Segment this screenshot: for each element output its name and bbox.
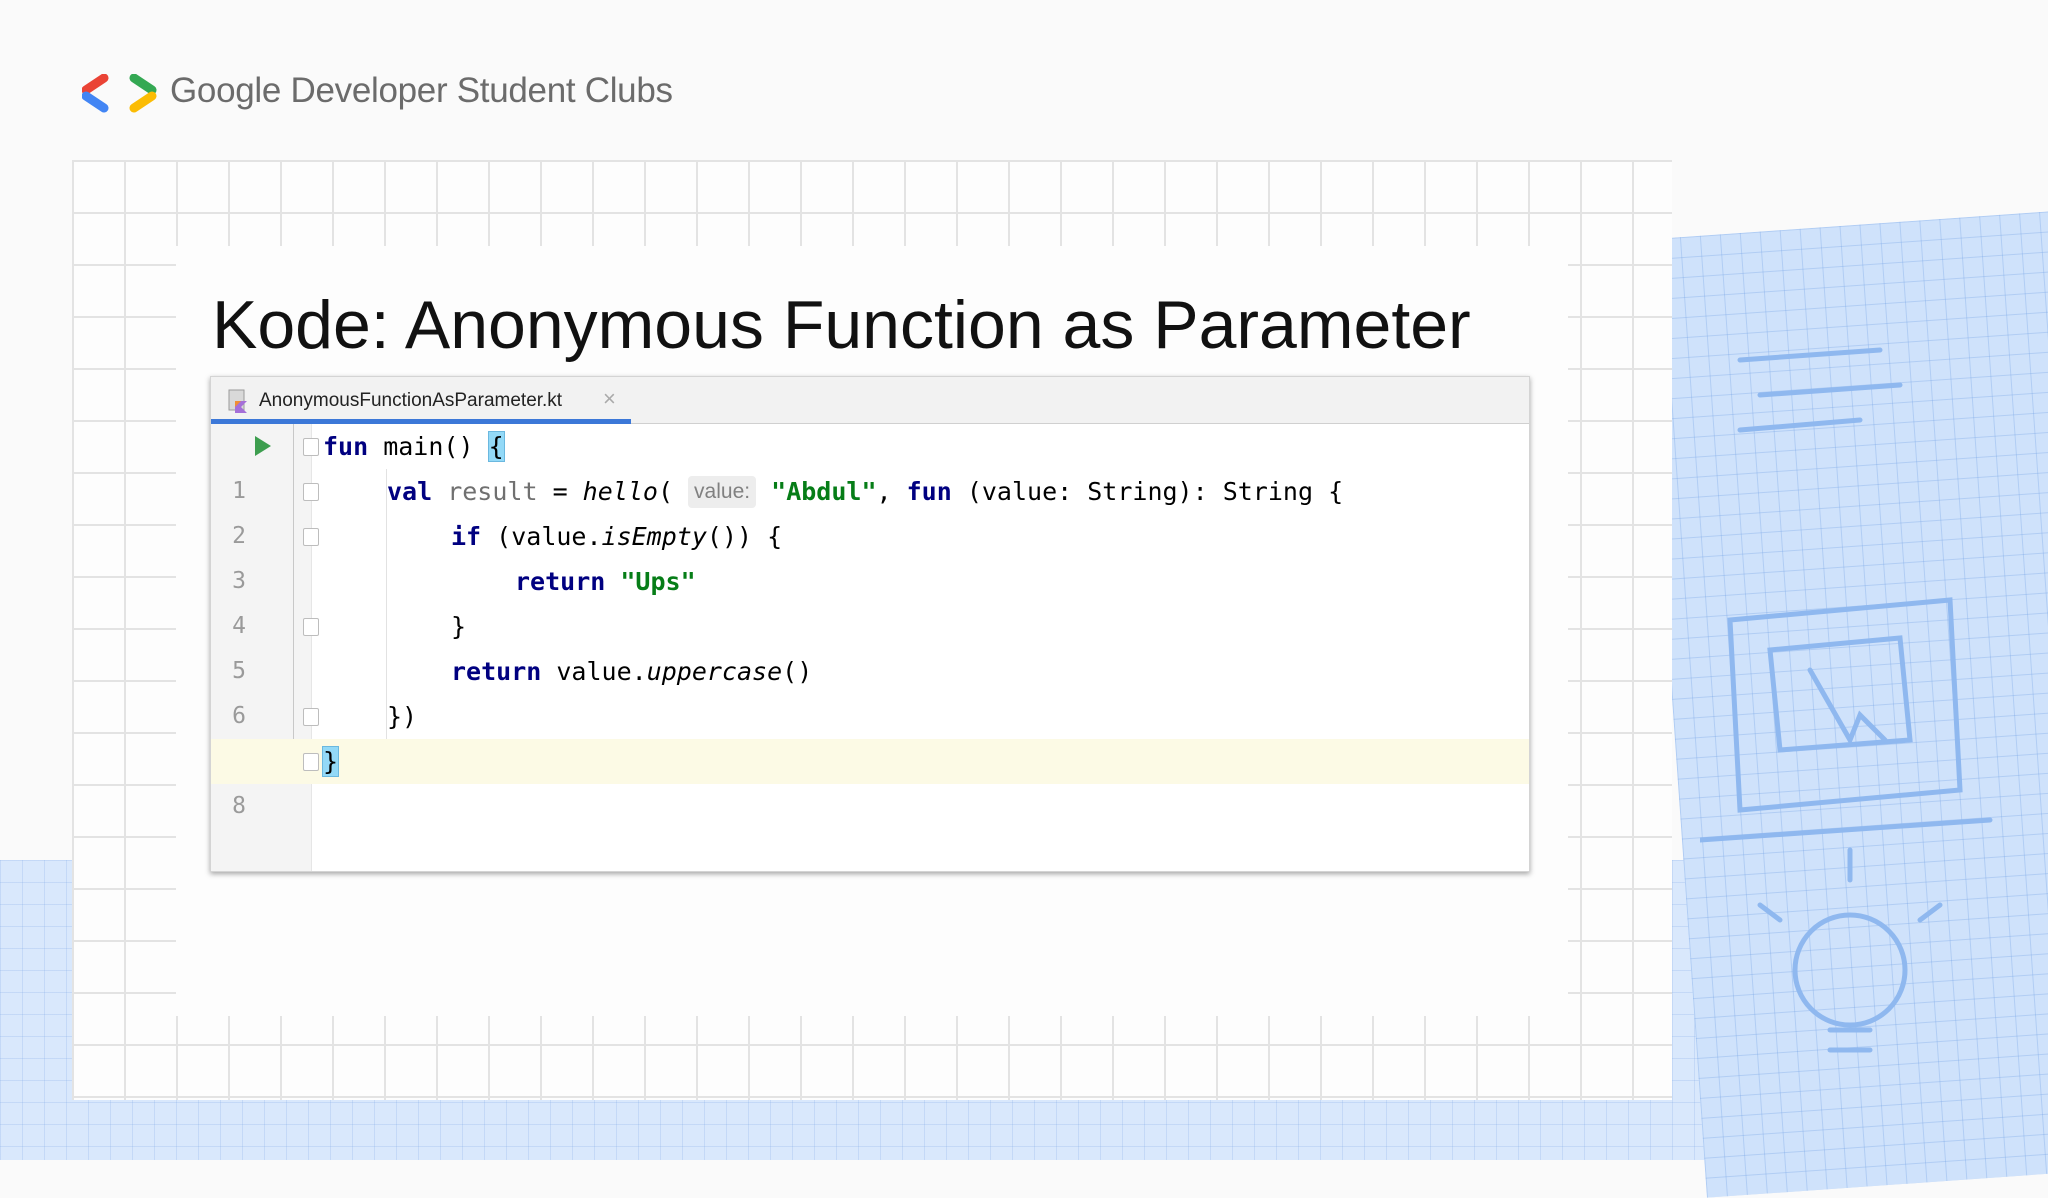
fold-icon[interactable] bbox=[303, 708, 319, 726]
code-line-7: 7 }) bbox=[211, 694, 1529, 774]
slide-title: Kode: Anonymous Function as Parameter bbox=[212, 287, 1471, 363]
fold-icon[interactable] bbox=[303, 438, 319, 456]
editor-tab-bar: AnonymousFunctionAsParameter.kt × bbox=[211, 377, 1529, 424]
fold-icon[interactable] bbox=[303, 528, 319, 546]
kotlin-file-icon bbox=[228, 389, 247, 413]
code-line-2: 2 val result = hello( value: "Abdul", fu… bbox=[211, 469, 1529, 549]
tab-anonymous-function-file[interactable]: AnonymousFunctionAsParameter.kt × bbox=[211, 377, 631, 424]
decorative-illustration bbox=[1700, 347, 1993, 1053]
parameter-hint: value: bbox=[688, 476, 757, 508]
line-number: 8 bbox=[232, 793, 246, 819]
close-icon[interactable]: × bbox=[603, 386, 616, 412]
fold-icon[interactable] bbox=[303, 753, 319, 771]
code-line-4: 4 return "Ups" bbox=[211, 559, 1529, 639]
code-editor-window: AnonymousFunctionAsParameter.kt × 1 fun … bbox=[210, 376, 1530, 872]
code-line-5: 5 } bbox=[211, 604, 1529, 684]
code-line-1: 1 fun main() { bbox=[211, 424, 1529, 504]
code-line-3: 3 if (value.isEmpty()) { bbox=[211, 514, 1529, 594]
tab-file-name: AnonymousFunctionAsParameter.kt bbox=[259, 390, 563, 411]
gdsc-logo-icon bbox=[82, 74, 157, 113]
gdsc-logo bbox=[82, 74, 158, 114]
gdsc-logo-text: Google Developer Student Clubs bbox=[170, 71, 673, 110]
fold-icon[interactable] bbox=[303, 483, 319, 501]
fold-icon[interactable] bbox=[303, 618, 319, 636]
code-line-8: 8 } bbox=[211, 739, 1529, 819]
code-line-6: 6 return value.uppercase() bbox=[211, 649, 1529, 729]
run-icon[interactable] bbox=[255, 436, 271, 456]
